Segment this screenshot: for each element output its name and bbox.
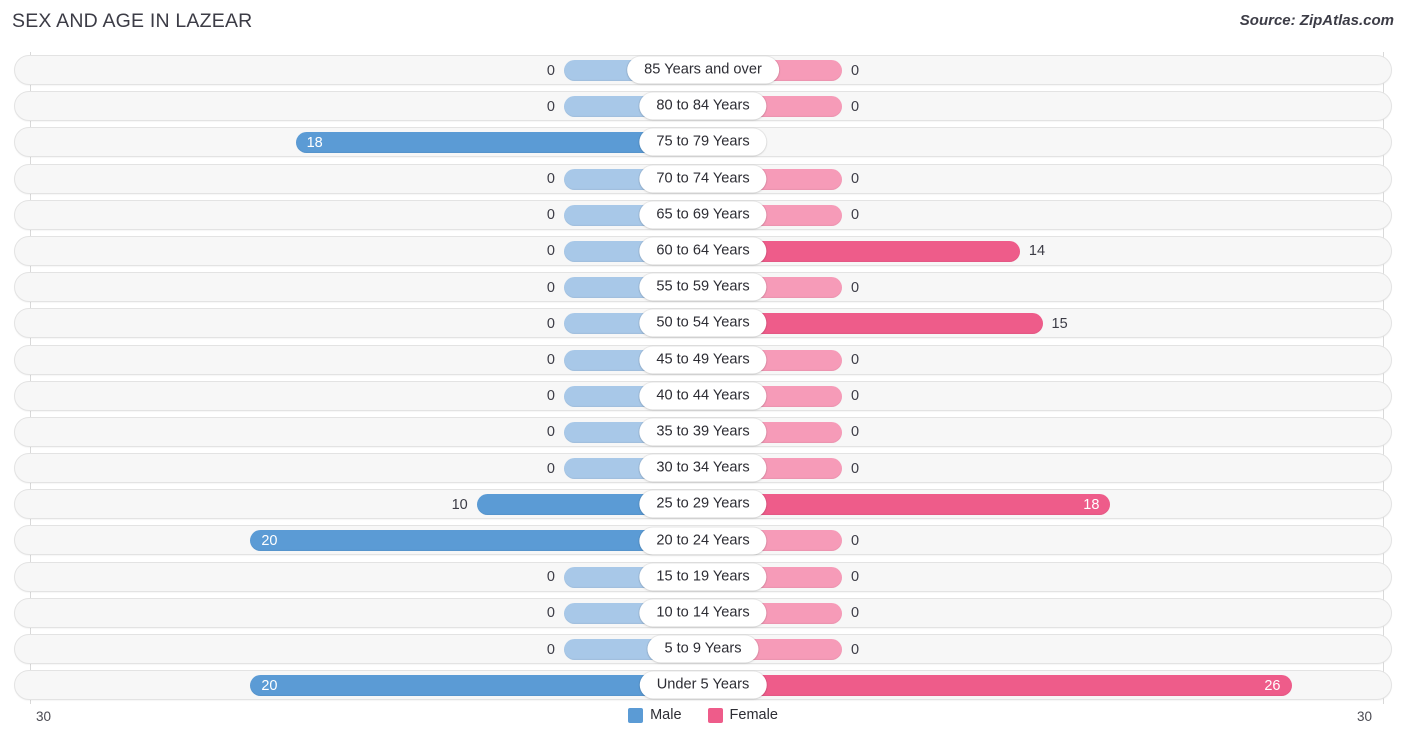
age-group-label[interactable]: 45 to 49 Years <box>639 346 767 374</box>
age-group-label[interactable]: 65 to 69 Years <box>639 201 767 229</box>
table-row: 18175 to 79 Years <box>12 124 1394 160</box>
male-value-label: 20 <box>261 677 278 694</box>
female-value-label: 0 <box>851 605 860 622</box>
table-row: 0 0 40 to 44 Years <box>12 378 1394 414</box>
legend-label-male: Male <box>650 707 682 723</box>
female-value-label: 26 <box>1264 677 1281 694</box>
male-value-label: 18 <box>306 134 323 151</box>
age-group-label[interactable]: 50 to 54 Years <box>639 309 767 337</box>
table-row: 0 15 50 to 54 Years <box>12 305 1394 341</box>
chart-header: SEX AND AGE IN LAZEAR Source: ZipAtlas.c… <box>0 0 1406 46</box>
male-value-label: 0 <box>546 424 555 441</box>
plot-area: 0 0 85 Years and over 0 0 80 to 84 Years 18175… <box>12 52 1394 704</box>
female-value-label: 0 <box>851 351 860 368</box>
legend: Male Female <box>0 707 1406 723</box>
male-value-label: 0 <box>546 207 555 223</box>
age-group-rows: 0 0 85 Years and over 0 0 80 to 84 Years 18175… <box>12 52 1394 703</box>
age-group-label[interactable]: 10 to 14 Years <box>639 599 767 627</box>
source-attribution: Source: ZipAtlas.com <box>1239 12 1394 29</box>
female-value-label: 14 <box>1028 243 1046 260</box>
female-value-label: 0 <box>851 424 860 441</box>
male-value-label: 0 <box>546 315 555 332</box>
male-bar[interactable]: 20 <box>250 675 703 697</box>
age-group-label[interactable]: 20 to 24 Years <box>639 527 767 555</box>
male-bar-group: 20 <box>250 530 703 552</box>
age-group-label[interactable]: 75 to 79 Years <box>639 128 767 156</box>
table-row: 0 0 5 to 9 Years <box>12 631 1394 667</box>
male-value-label: 0 <box>546 641 555 658</box>
table-row: 0 0 65 to 69 Years <box>12 197 1394 233</box>
age-group-label[interactable]: 85 Years and over <box>627 56 779 84</box>
male-value-label: 0 <box>546 387 555 404</box>
page-title: SEX AND AGE IN LAZEAR <box>12 10 253 32</box>
male-value-label: 20 <box>261 532 278 549</box>
table-row: 0 0 15 to 19 Years <box>12 559 1394 595</box>
male-value-label: 0 <box>546 98 555 115</box>
table-row: 0 0 30 to 34 Years <box>12 450 1394 486</box>
male-value-label: 0 <box>546 460 555 477</box>
female-value-label: 0 <box>851 279 860 296</box>
male-value-label: 0 <box>546 605 555 622</box>
male-value-label: 0 <box>546 243 555 260</box>
age-group-label[interactable]: 25 to 29 Years <box>639 490 767 518</box>
age-group-label[interactable]: Under 5 Years <box>639 671 767 699</box>
male-value-label: 0 <box>546 568 555 585</box>
male-value-label: 0 <box>546 170 555 187</box>
female-value-label: 18 <box>1083 496 1100 513</box>
table-row: 0 0 10 to 14 Years <box>12 595 1394 631</box>
legend-swatch-female-icon <box>707 707 723 723</box>
table-row: 0 0 70 to 74 Years <box>12 161 1394 197</box>
female-value-label: 15 <box>1051 315 1068 332</box>
table-row: 0 0 45 to 49 Years <box>12 342 1394 378</box>
age-group-label[interactable]: 15 to 19 Years <box>639 563 767 591</box>
table-row: 0 0 55 to 59 Years <box>12 269 1394 305</box>
female-value-label: 0 <box>851 170 860 187</box>
female-value-label: 0 <box>851 207 860 223</box>
age-group-label[interactable]: 80 to 84 Years <box>639 92 767 120</box>
female-value-label: 0 <box>851 568 860 585</box>
age-group-label[interactable]: 60 to 64 Years <box>639 237 767 265</box>
age-group-label[interactable]: 55 to 59 Years <box>639 273 767 301</box>
legend-item-male[interactable]: Male <box>628 707 682 723</box>
legend-label-female: Female <box>729 707 778 723</box>
table-row: 0 0 80 to 84 Years <box>12 88 1394 124</box>
female-value-label: 0 <box>851 532 860 549</box>
male-value-label: 0 <box>546 351 555 368</box>
female-value-label: 0 <box>851 641 860 658</box>
male-value-label: 0 <box>546 279 555 296</box>
sex-and-age-chart: SEX AND AGE IN LAZEAR Source: ZipAtlas.c… <box>0 0 1406 740</box>
female-bar[interactable]: 26 <box>703 675 1292 697</box>
female-value-label: 0 <box>851 98 860 115</box>
table-row: 0 0 85 Years and over <box>12 52 1394 88</box>
female-value-label: 0 <box>851 387 860 404</box>
legend-item-female[interactable]: Female <box>707 707 778 723</box>
age-group-label[interactable]: 30 to 34 Years <box>639 454 767 482</box>
male-bar[interactable]: 20 <box>250 530 703 552</box>
female-value-label: 0 <box>851 62 860 79</box>
male-value-label: 0 <box>546 62 555 79</box>
age-group-label[interactable]: 70 to 74 Years <box>639 165 767 193</box>
age-group-label[interactable]: 5 to 9 Years <box>647 635 759 663</box>
female-value-label: 0 <box>851 460 860 477</box>
male-bar-group: 20 <box>250 675 703 697</box>
female-bar-group: 26 <box>703 675 1292 697</box>
chart-footer: 30 30 Male Female <box>0 702 1406 740</box>
table-row: 0 0 35 to 39 Years <box>12 414 1394 450</box>
age-group-label[interactable]: 40 to 44 Years <box>639 382 767 410</box>
table-row: 0 14 60 to 64 Years <box>12 233 1394 269</box>
table-row: 20 26 Under 5 Years <box>12 667 1394 703</box>
legend-swatch-male-icon <box>628 707 644 723</box>
age-group-label[interactable]: 35 to 39 Years <box>639 418 767 446</box>
table-row: 10 18 25 to 29 Years <box>12 486 1394 522</box>
table-row: 20 0 20 to 24 Years <box>12 522 1394 558</box>
male-value-label: 10 <box>451 496 468 513</box>
